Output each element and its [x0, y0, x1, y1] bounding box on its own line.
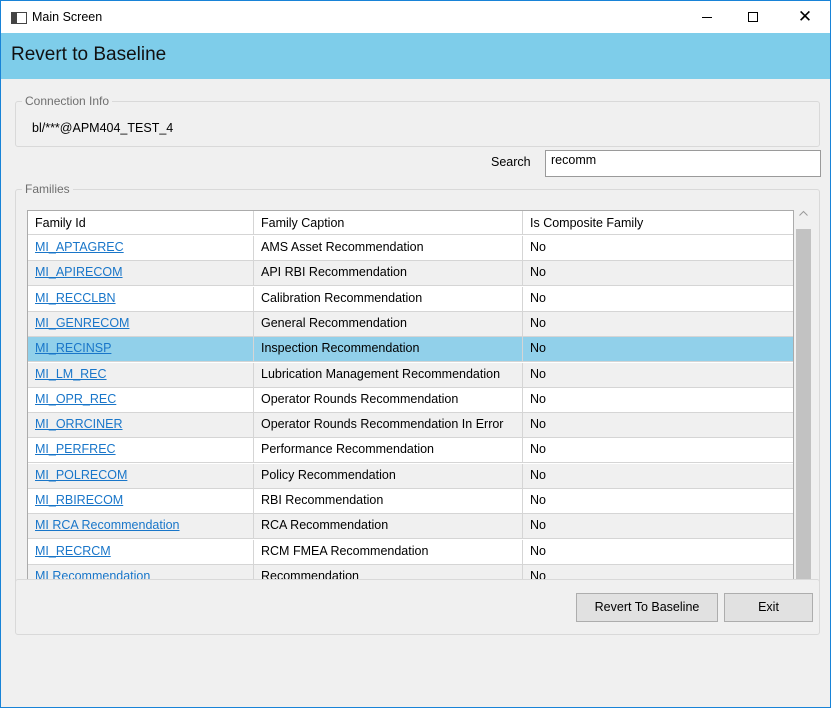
- scroll-thumb[interactable]: [796, 229, 811, 591]
- is-composite-cell: No: [523, 464, 793, 489]
- families-grid: Family Id Family Caption Is Composite Fa…: [27, 210, 794, 628]
- families-group: Families Family Id Family Caption Is Com…: [15, 182, 820, 635]
- close-icon: ✕: [797, 6, 813, 27]
- family-id-link[interactable]: MI_OPR_REC: [28, 388, 254, 413]
- is-composite-cell: No: [523, 236, 793, 261]
- main-window: Main Screen ✕ Revert to Baseline Connect…: [0, 0, 831, 708]
- family-caption-cell: Lubrication Management Recommendation: [254, 363, 523, 388]
- family-id-link[interactable]: MI_RECCLBN: [28, 287, 254, 312]
- family-caption-cell: Calibration Recommendation: [254, 287, 523, 312]
- family-id-link[interactable]: MI_ORRCINER: [28, 413, 254, 438]
- family-id-link[interactable]: MI_RECINSP: [28, 337, 254, 362]
- title-bar[interactable]: Main Screen ✕: [1, 1, 830, 33]
- app-window-icon: [11, 12, 27, 24]
- is-composite-cell: No: [523, 540, 793, 565]
- family-caption-cell: AMS Asset Recommendation: [254, 236, 523, 261]
- table-row[interactable]: MI_PERFREC Performance Recommendation No: [28, 438, 793, 463]
- table-row[interactable]: MI_RECCLBN Calibration Recommendation No: [28, 287, 793, 312]
- table-row[interactable]: MI_LM_REC Lubrication Management Recommen…: [28, 363, 793, 388]
- column-header-family-id[interactable]: Family Id: [28, 211, 254, 235]
- maximize-icon: [748, 12, 758, 22]
- family-caption-cell: RCM FMEA Recommendation: [254, 540, 523, 565]
- table-row[interactable]: MI RCA Recommendation RCA Recommendation N…: [28, 514, 793, 539]
- table-row[interactable]: MI_POLRECOM Policy Recommendation No: [28, 464, 793, 489]
- is-composite-cell: No: [523, 489, 793, 514]
- family-id-link[interactable]: MI_RECRCM: [28, 540, 254, 565]
- family-caption-cell: API RBI Recommendation: [254, 261, 523, 286]
- window-title: Main Screen: [32, 10, 103, 24]
- table-row[interactable]: MI_ORRCINER Operator Rounds Recommendatio…: [28, 413, 793, 438]
- is-composite-cell: No: [523, 261, 793, 286]
- column-header-is-composite[interactable]: Is Composite Family: [523, 211, 793, 235]
- is-composite-cell: No: [523, 312, 793, 337]
- revert-to-baseline-button[interactable]: Revert To Baseline: [576, 593, 718, 622]
- family-id-link[interactable]: MI RCA Recommendation: [28, 514, 254, 539]
- is-composite-cell: No: [523, 413, 793, 438]
- connection-string: bl/***@APM404_TEST_4: [32, 121, 174, 135]
- grid-body: MI_APTAGREC AMS Asset Recommendation No MI_…: [28, 236, 793, 627]
- is-composite-cell: No: [523, 337, 793, 362]
- family-id-link[interactable]: MI_APIRECOM: [28, 261, 254, 286]
- family-caption-cell: Policy Recommendation: [254, 464, 523, 489]
- connection-info-legend: Connection Info: [22, 94, 113, 108]
- family-id-link[interactable]: MI_LM_REC: [28, 363, 254, 388]
- family-caption-cell: Performance Recommendation: [254, 438, 523, 463]
- family-caption-cell: Operator Rounds Recommendation: [254, 388, 523, 413]
- maximize-button[interactable]: [730, 1, 776, 33]
- table-row[interactable]: MI_APIRECOM API RBI Recommendation No: [28, 261, 793, 286]
- family-id-link[interactable]: MI_APTAGREC: [28, 236, 254, 261]
- family-caption-cell: Operator Rounds Recommendation In Error: [254, 413, 523, 438]
- is-composite-cell: No: [523, 287, 793, 312]
- page-title: Revert to Baseline: [11, 44, 167, 65]
- family-caption-cell: RCA Recommendation: [254, 514, 523, 539]
- family-caption-cell: Inspection Recommendation: [254, 337, 523, 362]
- chevron-up-icon: [799, 210, 808, 216]
- vertical-scrollbar[interactable]: [795, 204, 812, 631]
- connection-info-group: Connection Info bl/***@APM404_TEST_4: [15, 94, 820, 147]
- table-row[interactable]: MI_GENRECOM General Recommendation No: [28, 312, 793, 337]
- is-composite-cell: No: [523, 363, 793, 388]
- close-button[interactable]: ✕: [782, 1, 828, 33]
- family-id-link[interactable]: MI_GENRECOM: [28, 312, 254, 337]
- minimize-button[interactable]: [684, 1, 730, 33]
- table-row[interactable]: MI_APTAGREC AMS Asset Recommendation No: [28, 236, 793, 261]
- is-composite-cell: No: [523, 514, 793, 539]
- column-header-family-caption[interactable]: Family Caption: [254, 211, 523, 235]
- grid-header: Family Id Family Caption Is Composite Fa…: [28, 211, 793, 235]
- family-caption-cell: General Recommendation: [254, 312, 523, 337]
- exit-button[interactable]: Exit: [724, 593, 813, 622]
- page-header: Revert to Baseline: [1, 33, 830, 79]
- search-label: Search: [491, 155, 531, 169]
- family-caption-cell: RBI Recommendation: [254, 489, 523, 514]
- table-row[interactable]: MI_RBIRECOM RBI Recommendation No: [28, 489, 793, 514]
- is-composite-cell: No: [523, 388, 793, 413]
- family-id-link[interactable]: MI_PERFREC: [28, 438, 254, 463]
- is-composite-cell: No: [523, 438, 793, 463]
- families-legend: Families: [22, 182, 73, 196]
- scroll-up-button[interactable]: [795, 204, 812, 221]
- table-row[interactable]: MI_OPR_REC Operator Rounds Recommendation…: [28, 388, 793, 413]
- family-id-link[interactable]: MI_RBIRECOM: [28, 489, 254, 514]
- minimize-icon: [702, 16, 712, 18]
- search-input[interactable]: [545, 150, 821, 177]
- table-row[interactable]: MI_RECRCM RCM FMEA Recommendation No: [28, 540, 793, 565]
- table-row[interactable]: MI_RECINSP Inspection Recommendation No: [28, 337, 793, 362]
- family-id-link[interactable]: MI_POLRECOM: [28, 464, 254, 489]
